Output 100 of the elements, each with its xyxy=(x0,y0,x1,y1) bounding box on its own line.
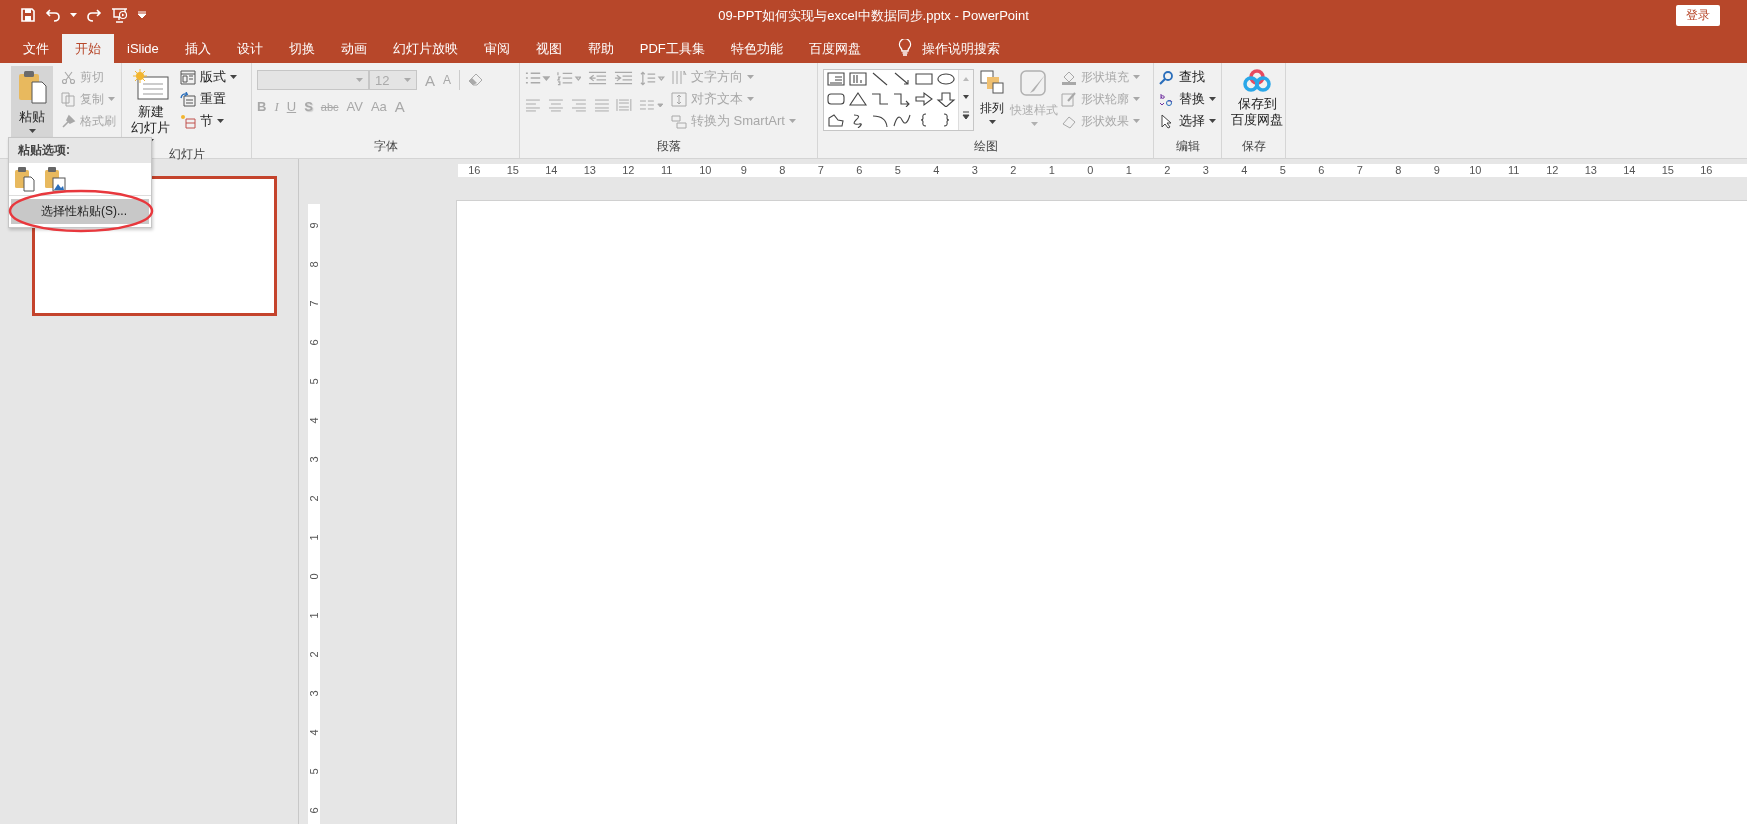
ribbon-tab[interactable]: 帮助 xyxy=(574,34,627,63)
ribbon-tab[interactable]: PDF工具集 xyxy=(626,34,718,63)
ruler-number: 5 xyxy=(1278,164,1287,177)
ruler-number: 0 xyxy=(308,573,320,580)
ruler-number: 7 xyxy=(308,300,320,307)
ruler-number: 7 xyxy=(816,164,825,177)
ruler-number: 6 xyxy=(855,164,864,177)
arrow-line-icon[interactable] xyxy=(892,71,912,87)
layout-button[interactable]: 版式 xyxy=(180,67,237,87)
redo-icon[interactable] xyxy=(86,7,102,23)
ribbon-tab[interactable]: 审阅 xyxy=(470,34,523,63)
ruler-number: 10 xyxy=(1468,164,1483,177)
ruler-number: 1 xyxy=(1047,164,1056,177)
ruler-number: 11 xyxy=(660,164,674,177)
ribbon-tab[interactable]: 百度网盘 xyxy=(795,34,874,63)
ruler-number: 5 xyxy=(308,378,320,385)
right-arrow-icon[interactable] xyxy=(914,91,934,108)
ruler-number: 10 xyxy=(698,164,713,177)
customize-caret-icon[interactable] xyxy=(138,11,146,19)
ruler-number: 6 xyxy=(1317,164,1326,177)
brush-icon xyxy=(1019,69,1049,99)
ruler-number: 9 xyxy=(308,221,320,229)
line-icon[interactable] xyxy=(870,71,890,87)
save-icon[interactable] xyxy=(20,7,36,23)
group-label: 段落 xyxy=(655,138,682,155)
ruler-number: 4 xyxy=(308,417,320,424)
ruler-number: 4 xyxy=(932,164,941,177)
arrange-button[interactable]: 排列 xyxy=(977,66,1007,138)
ruler-number: 6 xyxy=(308,807,320,814)
search-icon xyxy=(1159,69,1175,85)
ruler-number: 3 xyxy=(1201,164,1210,177)
ruler-number: 2 xyxy=(308,495,320,502)
find-button[interactable]: 查找 xyxy=(1159,67,1216,87)
ribbon-tab[interactable]: 幻灯片放映 xyxy=(379,34,471,63)
replace-button[interactable]: 替换 xyxy=(1159,89,1216,109)
reset-icon xyxy=(180,91,196,107)
ruler-number: 13 xyxy=(1583,164,1598,177)
paste-picture-icon[interactable] xyxy=(44,166,66,192)
ruler-number: 14 xyxy=(544,164,559,177)
group-label: 幻灯片 xyxy=(167,146,206,163)
down-arrow-icon[interactable] xyxy=(936,91,956,108)
paste-special-item[interactable]: 选择性粘贴(S)... xyxy=(11,199,149,224)
ruler-number: 2 xyxy=(1009,164,1018,177)
ribbon-tab[interactable]: 文件 xyxy=(10,34,62,63)
sign-in-button[interactable]: 登录 xyxy=(1676,4,1720,26)
text-direction-icon xyxy=(671,69,687,85)
ribbon-tab[interactable]: 动画 xyxy=(327,34,380,63)
ruler-number: 5 xyxy=(308,768,320,775)
replace-icon xyxy=(1159,91,1175,107)
ruler-number: 4 xyxy=(308,729,320,736)
section-button[interactable]: 节 xyxy=(180,111,237,131)
ribbon-tab[interactable]: 插入 xyxy=(171,34,224,63)
group-label: 编辑 xyxy=(1174,138,1201,155)
window-title: 09-PPT如何实现与excel中数据同步.pptx - PowerPoint xyxy=(718,7,1029,25)
ruler-number: 2 xyxy=(308,651,320,658)
ribbon-tab[interactable]: 设计 xyxy=(223,34,276,63)
ruler-number: 5 xyxy=(893,164,902,177)
ruler-number: 8 xyxy=(308,261,320,268)
ribbon-tab[interactable]: 开始 xyxy=(62,34,114,63)
paint-bucket-icon xyxy=(1061,69,1077,85)
scissors-icon xyxy=(61,69,76,85)
paste-option-icon[interactable] xyxy=(14,166,36,192)
ruler-number: 7 xyxy=(1355,164,1364,177)
ribbon-tab[interactable]: iSlide xyxy=(114,34,172,63)
undo-icon[interactable] xyxy=(45,7,61,23)
save-to-cloud-button[interactable]: 保存到 百度网盘 xyxy=(1227,66,1287,138)
ruler-number: 3 xyxy=(308,456,320,463)
layout-icon xyxy=(180,69,196,85)
tell-me-search[interactable]: 操作说明搜索 xyxy=(921,34,1000,63)
slideshow-icon[interactable] xyxy=(111,7,129,23)
ruler-number: 1 xyxy=(308,612,320,619)
ruler-number: 12 xyxy=(1545,164,1560,177)
ruler-number: 16 xyxy=(1699,164,1714,177)
ruler-number: 2 xyxy=(1163,164,1172,177)
paste-button[interactable]: 粘贴 xyxy=(11,66,53,140)
copy-icon xyxy=(61,91,76,107)
lightbulb-icon[interactable] xyxy=(897,39,912,57)
ruler-number: 15 xyxy=(505,164,520,177)
ribbon-tab[interactable]: 视图 xyxy=(522,34,575,63)
font-name-field[interactable] xyxy=(257,70,369,90)
ribbon-tab[interactable]: 切换 xyxy=(275,34,328,63)
group-label: 绘图 xyxy=(972,138,999,155)
reset-button[interactable]: 重置 xyxy=(180,89,237,109)
brush-icon xyxy=(61,113,76,129)
elbow-arrow-icon[interactable] xyxy=(892,91,912,108)
ruler-number: 16 xyxy=(467,164,482,177)
triangle-icon[interactable] xyxy=(848,91,868,108)
ruler-number: 12 xyxy=(621,164,636,177)
ruler-number: 3 xyxy=(308,690,320,697)
section-icon xyxy=(180,113,196,129)
ruler-number: 14 xyxy=(1622,164,1637,177)
select-button[interactable]: 选择 xyxy=(1159,111,1216,131)
ribbon-tab[interactable]: 特色功能 xyxy=(717,34,796,63)
cloud-rings-icon xyxy=(1243,69,1271,93)
ruler-number: 8 xyxy=(1394,164,1403,177)
ruler-number: 9 xyxy=(739,164,748,177)
group-label: 字体 xyxy=(372,138,399,155)
ruler-number: 0 xyxy=(1086,164,1095,177)
ruler-number: 9 xyxy=(1432,164,1441,177)
arrange-icon xyxy=(979,69,1005,97)
